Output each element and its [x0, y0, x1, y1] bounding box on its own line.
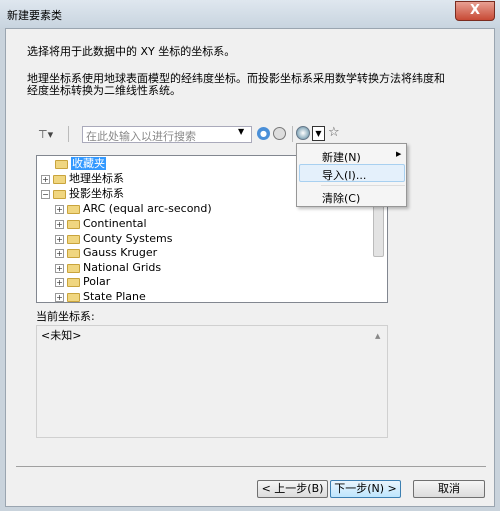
menu-item-import[interactable]: 导入(I)... [322, 167, 366, 183]
search-icon[interactable]: ● [257, 127, 270, 140]
back-button[interactable]: < 上一步(B) [257, 480, 328, 498]
dropdown-icon[interactable]: ▼ [312, 126, 325, 141]
node-label: National Grids [83, 261, 162, 274]
tree-node[interactable]: + Continental [55, 217, 147, 231]
expand-icon[interactable]: + [41, 174, 50, 184]
node-label: 收藏夹 [71, 157, 106, 170]
toolbar-divider [292, 126, 293, 142]
search-dropdown-icon[interactable]: ▼ [238, 127, 244, 136]
tree-node[interactable]: + ARC (equal arc-second) [55, 202, 212, 216]
toolbar-divider [68, 126, 69, 142]
scroll-up-icon[interactable]: ▲ [375, 332, 380, 340]
tree-node-favorites[interactable]: 收藏夹 [55, 157, 106, 171]
divider [16, 466, 486, 467]
menu-item-clear[interactable]: 清除(C) [322, 190, 360, 206]
folder-icon [67, 277, 80, 287]
folder-icon [67, 234, 80, 244]
tree-node-projected[interactable]: − 投影坐标系 [41, 187, 124, 201]
window-title: 新建要素类 [7, 9, 62, 22]
expand-icon[interactable]: + [55, 219, 64, 229]
tree-node-geographic[interactable]: + 地理坐标系 [41, 172, 124, 186]
expand-icon[interactable]: + [55, 277, 64, 287]
folder-icon [67, 204, 80, 214]
folder-icon [55, 159, 68, 169]
next-button[interactable]: 下一步(N) > [330, 480, 401, 498]
tree-node[interactable]: + State Plane [55, 290, 146, 303]
node-label: 地理坐标系 [69, 172, 124, 185]
collapse-icon[interactable]: − [41, 189, 50, 199]
search-input[interactable]: 在此处输入以进行搜索 [82, 126, 252, 143]
search-clear-icon[interactable] [273, 127, 286, 140]
description-line-2: 经度坐标转换为二维线性系统。 [27, 84, 181, 97]
node-label: State Plane [83, 290, 146, 303]
current-system-textbox[interactable]: <未知> ▲ [36, 325, 388, 438]
node-label: 投影坐标系 [69, 187, 124, 200]
favorite-add-icon[interactable]: ☆ [328, 125, 340, 140]
expand-icon[interactable]: + [55, 204, 64, 214]
expand-icon[interactable]: + [55, 292, 64, 302]
folder-icon [67, 248, 80, 258]
title-bar [0, 0, 500, 28]
folder-icon [67, 292, 80, 302]
filter-icon[interactable]: ⊤▾ [38, 128, 53, 141]
menu-separator [321, 185, 405, 186]
context-menu: 新建(N) ▶ 导入(I)... 清除(C) [296, 143, 407, 207]
node-label: Polar [83, 275, 111, 288]
tree-node[interactable]: + Gauss Kruger [55, 246, 157, 260]
folder-icon [53, 174, 66, 184]
node-label: County Systems [83, 232, 173, 245]
cancel-button[interactable]: 取消 [413, 480, 485, 498]
submenu-arrow-icon: ▶ [396, 150, 402, 158]
globe-add-icon[interactable] [296, 126, 310, 140]
folder-icon [67, 263, 80, 273]
folder-icon [67, 219, 80, 229]
current-system-value: <未知> [41, 329, 82, 342]
expand-icon[interactable]: + [55, 263, 64, 273]
tree-node[interactable]: + Polar [55, 275, 110, 289]
tree-node[interactable]: + National Grids [55, 261, 161, 275]
expand-icon[interactable]: + [55, 248, 64, 258]
folder-open-icon [53, 189, 66, 199]
node-label: Continental [83, 217, 147, 230]
menu-item-new[interactable]: 新建(N) [322, 149, 361, 165]
tree-node[interactable]: + County Systems [55, 232, 172, 246]
close-button[interactable]: X [455, 1, 495, 21]
expand-icon[interactable]: + [55, 234, 64, 244]
instruction-text: 选择将用于此数据中的 XY 坐标的坐标系。 [27, 45, 236, 58]
current-system-label: 当前坐标系: [36, 310, 95, 323]
scrollbar-thumb[interactable] [373, 205, 384, 257]
node-label: ARC (equal arc-second) [83, 202, 212, 215]
node-label: Gauss Kruger [83, 246, 158, 259]
